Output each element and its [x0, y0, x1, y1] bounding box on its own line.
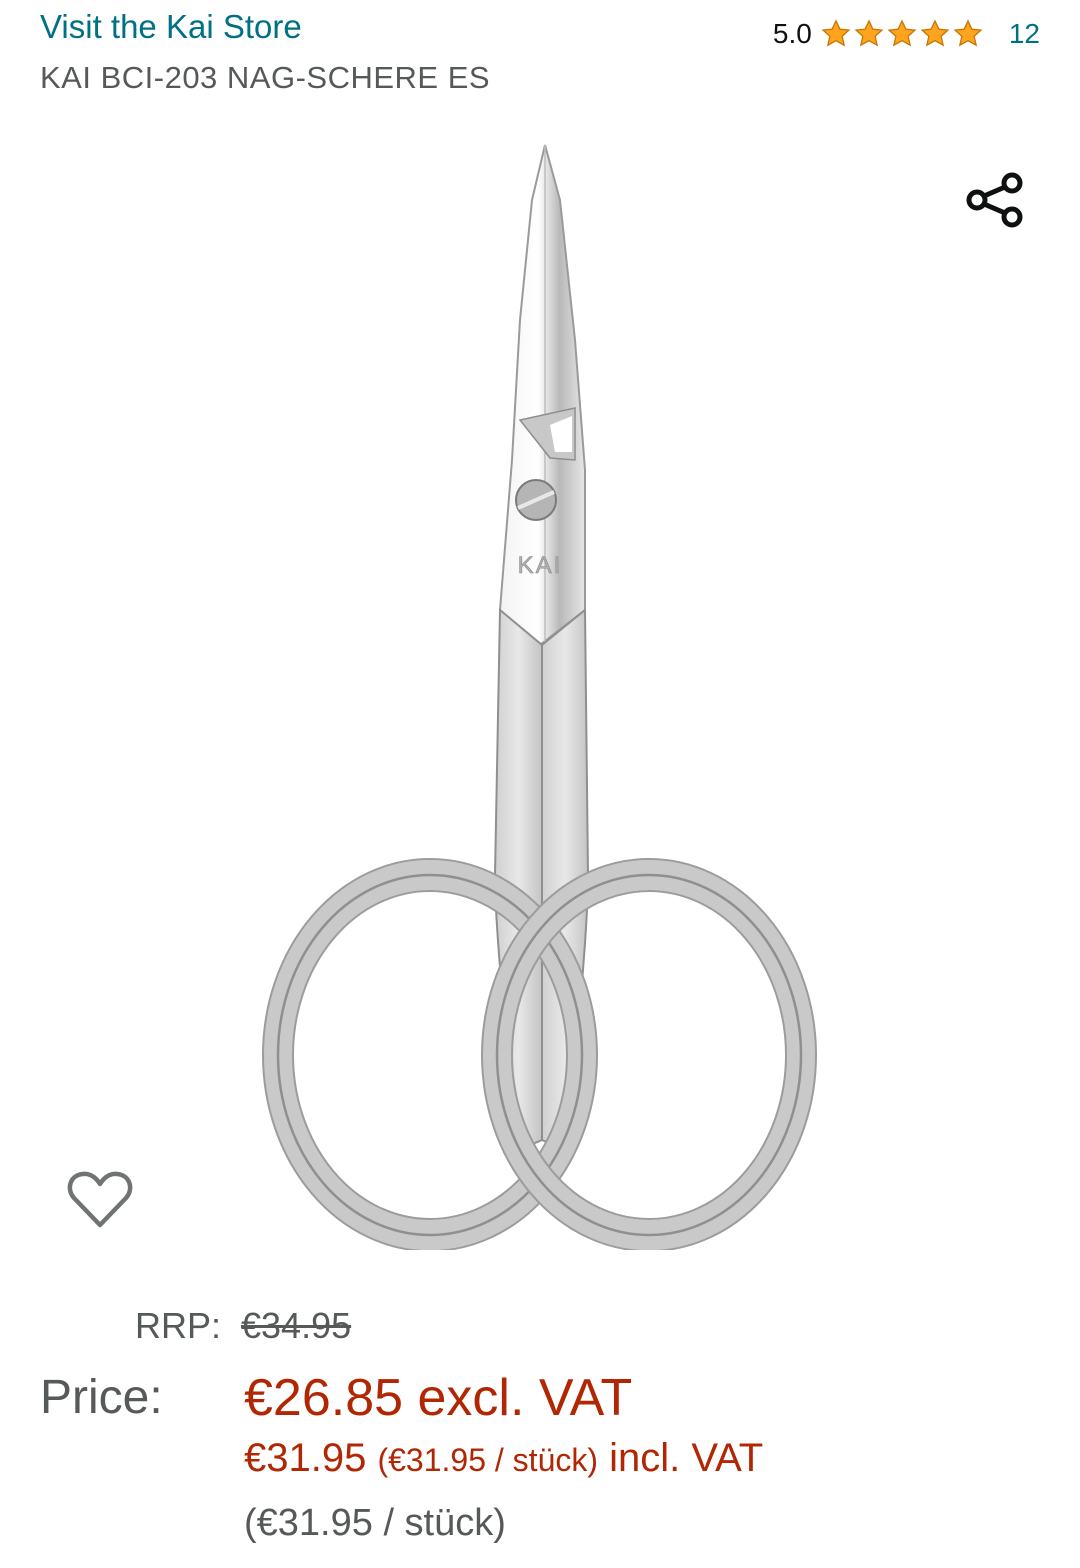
visit-store-link[interactable]: Visit the Kai Store	[40, 8, 302, 46]
rrp-label: RRP:	[135, 1305, 222, 1346]
star-icon	[920, 19, 950, 47]
share-icon[interactable]	[960, 165, 1030, 235]
star-icon	[821, 19, 851, 47]
star-rating	[820, 18, 985, 50]
price-incl-unit: (€31.95 / stück)	[377, 1442, 599, 1478]
unit-price: (€31.95 / stück)	[244, 1502, 506, 1544]
rrp-row: RRP: €34.95	[135, 1305, 351, 1347]
heart-icon[interactable]	[64, 1165, 136, 1237]
rating-count-link[interactable]: 12	[1009, 18, 1040, 50]
rating-value: 5.0	[772, 18, 812, 49]
star-icon	[854, 19, 884, 47]
price-label: Price:	[40, 1371, 163, 1424]
rating-summary[interactable]: 5.0 12	[773, 14, 1040, 54]
star-icon	[953, 19, 983, 47]
product-image[interactable]: KAI	[250, 140, 830, 1250]
star-icon	[887, 19, 917, 47]
price-incl-vat: €31.95 (€31.95 / stück) incl. VAT	[244, 1436, 763, 1481]
product-title: KAI BCI-203 NAG-SCHERE ES	[40, 60, 491, 95]
price-incl-amount: €31.95	[244, 1436, 367, 1480]
price-excl-vat: €26.85 excl. VAT	[244, 1369, 633, 1427]
brand-mark: KAI	[518, 552, 563, 579]
rrp-value: €34.95	[241, 1305, 352, 1346]
price-incl-suffix: incl. VAT	[609, 1436, 764, 1480]
